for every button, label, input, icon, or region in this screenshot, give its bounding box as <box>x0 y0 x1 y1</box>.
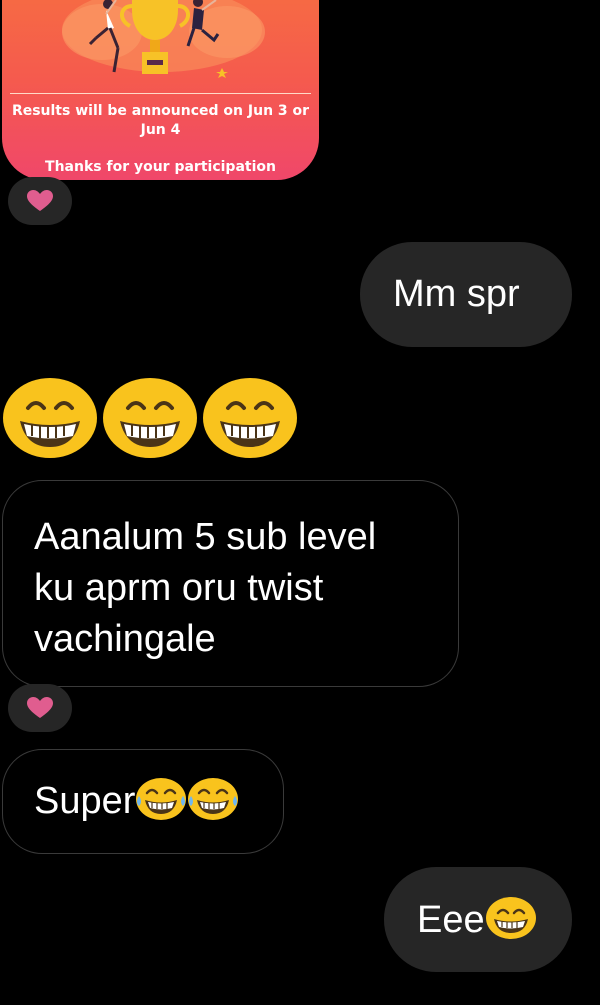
shared-post-card[interactable]: Results will be announced on Jun 3 or Ju… <box>2 0 319 180</box>
message-bubble-received[interactable]: Aanalum 5 sub level ku aprm oru twist va… <box>2 480 459 687</box>
message-bubble-received[interactable]: Super <box>2 749 284 854</box>
message-text: Eee <box>417 899 485 941</box>
heart-icon <box>27 697 53 718</box>
message-bubble-sent[interactable]: Mm spr <box>360 242 572 347</box>
message-text: Super <box>34 780 136 822</box>
card-thanks-text: Thanks for your participation <box>45 159 276 175</box>
card-announcement-text: Results will be announced on Jun 3 or Ju… <box>11 103 310 138</box>
heart-icon <box>27 190 53 211</box>
grinning-face-icon <box>203 378 297 458</box>
grinning-face-icon <box>103 378 197 458</box>
chat-screen: Results will be announced on Jun 3 or Ju… <box>0 0 600 1005</box>
emoji-message[interactable] <box>2 375 298 461</box>
heart-reaction[interactable] <box>8 177 72 225</box>
message-text: Aanalum 5 sub level ku aprm oru twist va… <box>34 516 377 660</box>
message-bubble-sent[interactable]: Eee <box>384 867 572 972</box>
grinning-face-icon <box>3 378 97 458</box>
face-with-tears-of-joy-icon <box>136 777 187 820</box>
heart-reaction[interactable] <box>8 684 72 732</box>
grinning-face-icon <box>485 896 536 939</box>
face-with-tears-of-joy-icon <box>188 777 239 820</box>
card-divider <box>10 93 311 94</box>
trophy-illustration <box>62 0 265 78</box>
message-text: Mm spr <box>393 273 520 315</box>
